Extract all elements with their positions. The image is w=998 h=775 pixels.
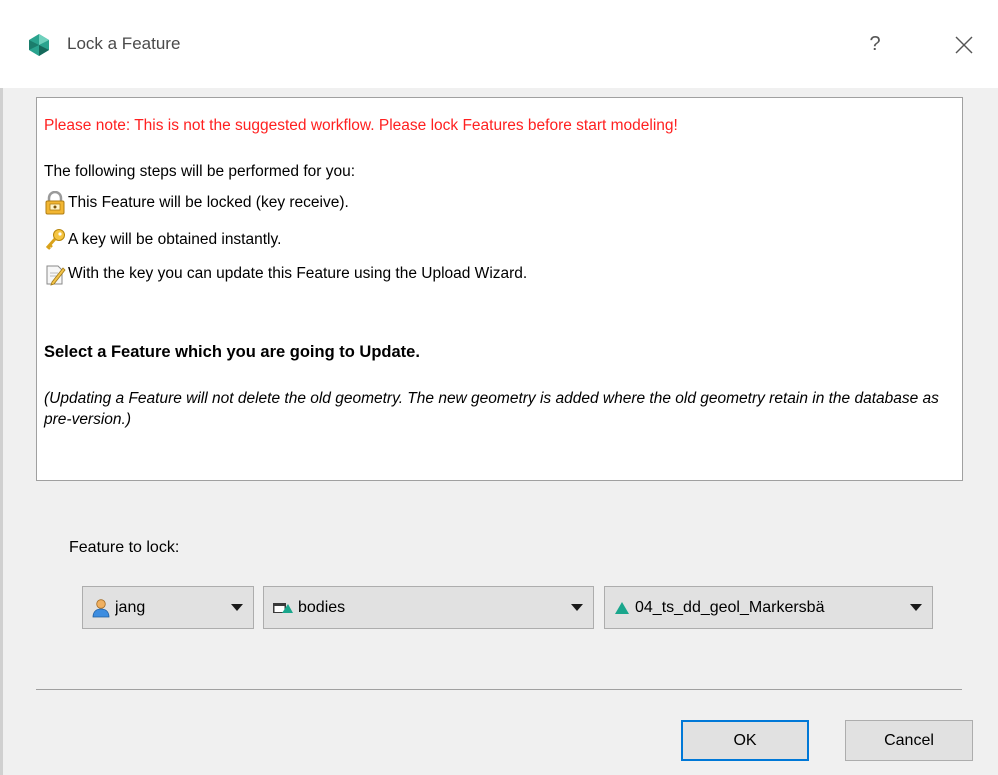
steps-intro: The following steps will be performed fo… xyxy=(44,163,356,180)
group-select[interactable]: bodies xyxy=(263,586,594,629)
help-button[interactable]: ? xyxy=(861,30,889,58)
step-lock-text: This Feature will be locked (key receive… xyxy=(68,194,349,211)
update-hint: (Updating a Feature will not delete the … xyxy=(44,390,939,428)
select-feature-heading: Select a Feature which you are going to … xyxy=(44,343,420,361)
window-edge xyxy=(0,0,3,775)
lock-feature-dialog: Lock a Feature ? Please note: This is no… xyxy=(0,0,998,775)
feature-to-lock-label: Feature to lock: xyxy=(69,539,180,556)
step-lock: This Feature will be locked (key receive… xyxy=(44,191,349,215)
info-panel: Please note: This is not the suggested w… xyxy=(36,97,963,481)
close-icon xyxy=(955,36,973,54)
ok-button[interactable]: OK xyxy=(681,720,809,761)
step-update: With the key you can update this Feature… xyxy=(44,262,527,286)
chevron-down-icon xyxy=(571,604,583,611)
group-select-value: bodies xyxy=(298,598,346,616)
cancel-button[interactable]: Cancel xyxy=(845,720,973,761)
green-triangle-icon xyxy=(615,601,629,614)
chevron-down-icon xyxy=(910,604,922,611)
user-icon xyxy=(92,598,110,617)
title-bar[interactable]: Lock a Feature ? xyxy=(0,0,998,88)
window-title: Lock a Feature xyxy=(67,34,181,53)
feature-select[interactable]: 04_ts_dd_geol_Markersbä xyxy=(604,586,933,629)
padlock-icon xyxy=(45,191,65,215)
chevron-down-icon xyxy=(231,604,243,611)
app-logo-icon xyxy=(27,33,51,57)
edit-document-icon xyxy=(46,265,66,286)
close-button[interactable] xyxy=(949,30,979,60)
step-update-text: With the key you can update this Feature… xyxy=(68,265,528,282)
folder-surface-icon xyxy=(273,602,293,613)
workflow-warning: Please note: This is not the suggested w… xyxy=(44,117,678,134)
key-icon xyxy=(45,229,65,250)
step-key: A key will be obtained instantly. xyxy=(44,228,281,252)
owner-select[interactable]: jang xyxy=(82,586,254,629)
owner-select-value: jang xyxy=(115,598,146,616)
feature-select-value: 04_ts_dd_geol_Markersbä xyxy=(635,598,825,616)
divider xyxy=(36,689,962,690)
step-key-text: A key will be obtained instantly. xyxy=(68,231,282,248)
